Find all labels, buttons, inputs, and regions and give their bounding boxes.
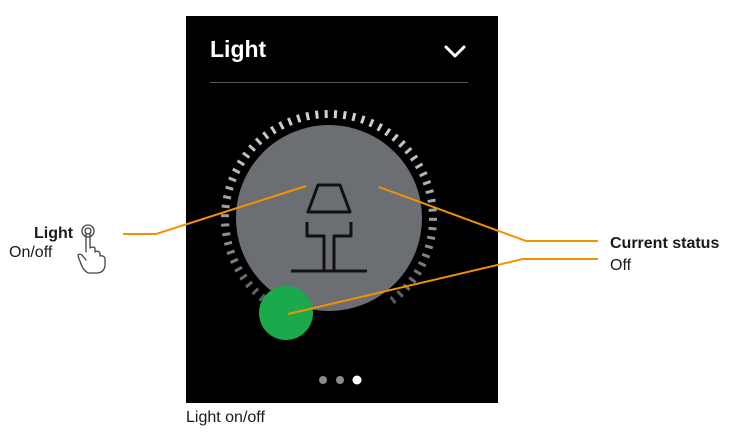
dial-tick: [314, 110, 319, 119]
dial-tick: [296, 114, 302, 123]
dial-tick: [239, 273, 248, 281]
dial-tick: [422, 180, 432, 186]
dial-tick: [428, 226, 437, 231]
dial-tick: [269, 125, 277, 135]
dial-tick: [222, 194, 232, 200]
dial-tick: [409, 154, 419, 162]
dial-tick: [396, 289, 404, 298]
left-callout-subtitle: On/off: [9, 244, 53, 261]
dial-tick: [234, 265, 243, 273]
page-dot-3[interactable]: [352, 375, 362, 385]
dial-tick: [421, 252, 431, 259]
dial-tick: [419, 171, 428, 178]
dial-tick: [228, 176, 237, 183]
dial-tick: [384, 127, 392, 137]
light-panel: Light: [186, 16, 498, 403]
dial-tick: [236, 159, 246, 167]
dial-knob[interactable]: [236, 125, 422, 311]
dial-tick: [426, 235, 436, 241]
touch-hand-icon: [77, 224, 106, 274]
dial-tick: [232, 167, 241, 175]
figure-caption: Light on/off: [186, 409, 265, 426]
dial-tick: [225, 185, 234, 191]
dial-tick: [391, 133, 399, 142]
dial-tick: [278, 121, 285, 130]
dial-tick: [223, 240, 233, 246]
dial-tick: [221, 223, 230, 227]
dial-tick: [376, 122, 383, 132]
status-indicator: [259, 286, 313, 340]
dial-tick: [342, 111, 347, 120]
dial-tick: [428, 208, 437, 212]
dial-tick: [389, 295, 397, 305]
dial-tick: [254, 137, 263, 146]
dial-tick: [413, 268, 422, 276]
dial-tick: [402, 283, 411, 292]
dial-tick: [262, 131, 270, 140]
dial-tick: [404, 147, 413, 155]
current-status-value: Off: [610, 257, 632, 274]
dial-tick: [360, 115, 366, 124]
current-status-label: Current status: [610, 235, 720, 252]
dial-tick: [398, 140, 406, 148]
dial-tick: [226, 249, 236, 255]
dial-tick: [222, 232, 231, 237]
page-indicator[interactable]: [319, 375, 362, 385]
dial-tick: [425, 189, 434, 195]
dial-tick: [229, 257, 239, 264]
dial-tick: [287, 117, 293, 126]
page-dot-2[interactable]: [336, 376, 344, 384]
light-dial[interactable]: [186, 16, 498, 403]
dial-tick: [242, 151, 251, 159]
left-callout-title: Light: [34, 225, 74, 242]
page-dot-1[interactable]: [319, 376, 327, 384]
dial-tick: [221, 204, 230, 209]
dial-tick: [424, 244, 434, 250]
dial-tick: [351, 112, 357, 122]
dial-tick: [427, 198, 436, 203]
dial-tick: [417, 261, 427, 268]
dial-tick: [414, 162, 424, 170]
dial-tick: [368, 118, 375, 128]
dial-tick: [305, 111, 310, 121]
dial-tick: [248, 144, 257, 152]
dial-tick: [245, 280, 254, 289]
dial-tick: [408, 276, 417, 284]
dial-tick: [251, 287, 260, 296]
